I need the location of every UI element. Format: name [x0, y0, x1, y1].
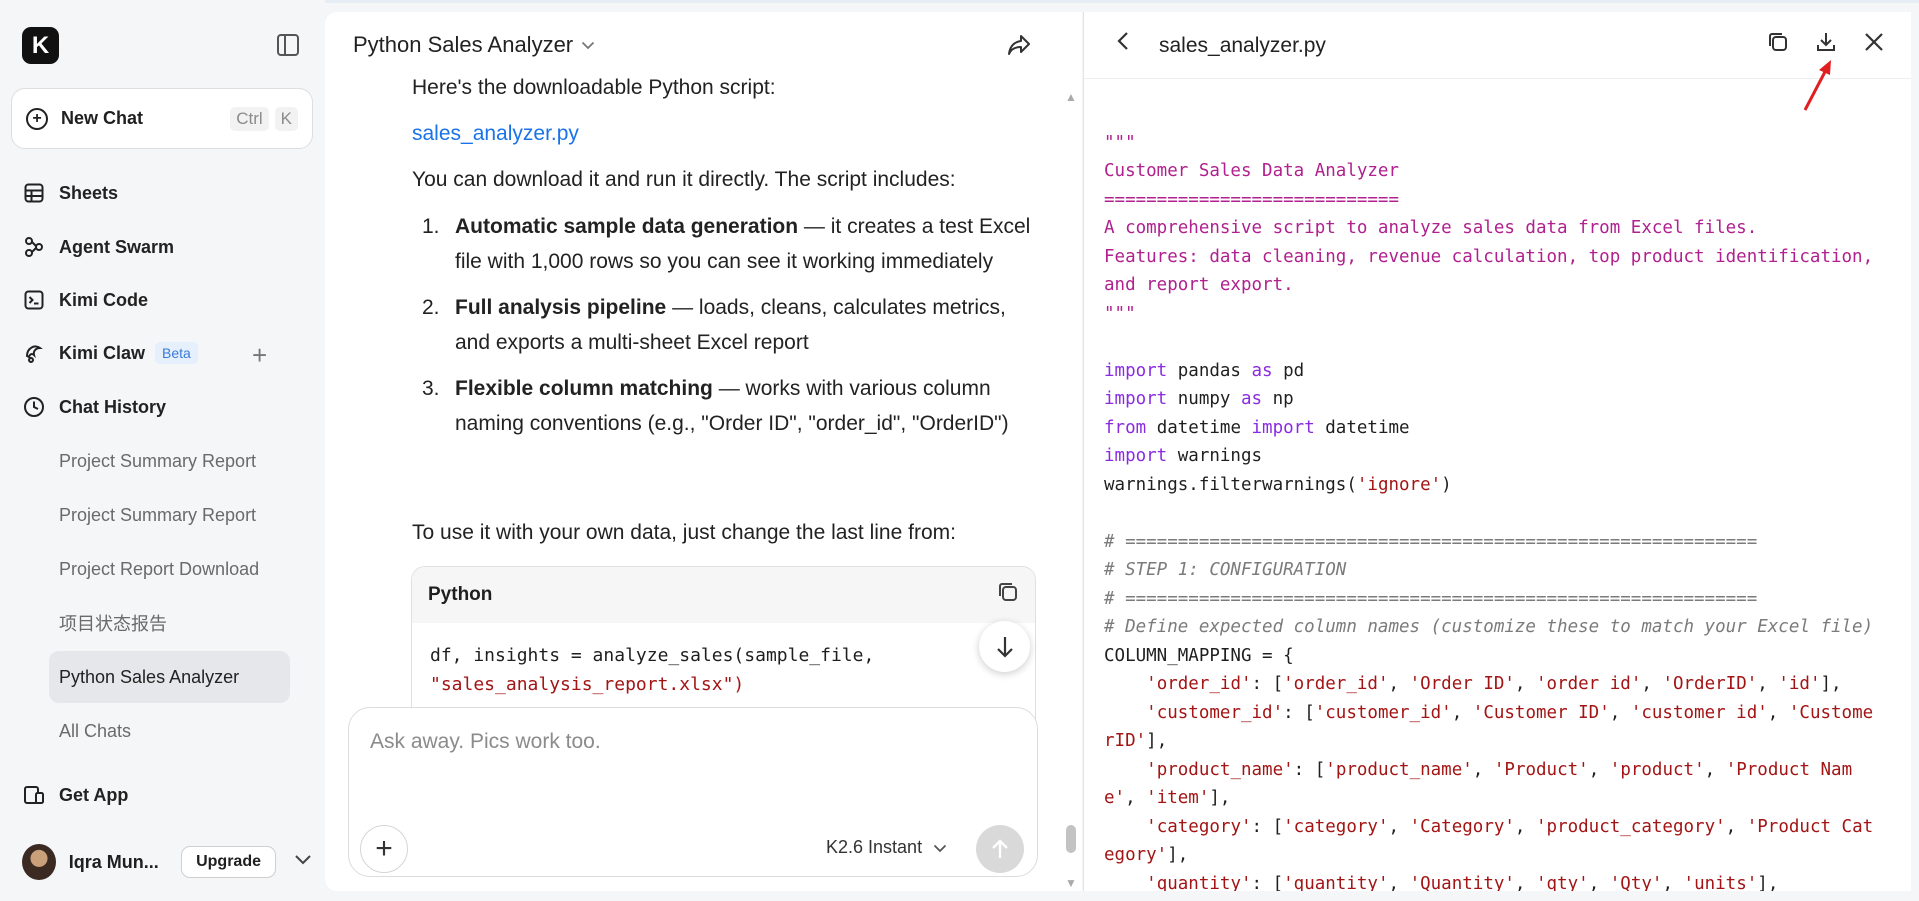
sidebar-item-get-app[interactable]: Get App	[22, 780, 128, 810]
sidebar-label-kimi-claw: Kimi Claw	[59, 342, 146, 363]
sidebar-label-get-app: Get App	[59, 784, 129, 805]
list-number: 1.	[422, 215, 440, 238]
scrollbar-thumb[interactable]	[1066, 825, 1076, 853]
new-chat-button[interactable]: + New Chat Ctrl K	[11, 88, 313, 149]
history-item-active[interactable]: Python Sales Analyzer	[49, 651, 290, 703]
sidebar-item-kimi-code[interactable]: Kimi Code	[22, 285, 148, 315]
add-claw-icon[interactable]: +	[252, 340, 267, 371]
shortcut-ctrl: Ctrl	[230, 106, 269, 131]
chat-pane: Python Sales Analyzer Here's the downloa…	[325, 12, 1082, 891]
user-name: Iqra Mun...	[68, 851, 159, 872]
code-block-header: Python	[412, 567, 1035, 623]
avatar[interactable]	[22, 844, 56, 880]
sidebar-toggle-icon[interactable]	[277, 34, 299, 56]
code-comment: # STEP 1: CONFIGURATION	[1104, 560, 1347, 580]
list-bold: Flexible column matching	[455, 377, 713, 400]
copy-icon[interactable]	[997, 581, 1019, 609]
list-bold: Full analysis pipeline	[455, 296, 667, 319]
code-line: """	[1104, 303, 1136, 324]
list-number: 3.	[422, 377, 440, 400]
sidebar-label-chat-history: Chat History	[59, 396, 167, 417]
sidebar-label-agent-swarm: Agent Swarm	[59, 236, 175, 257]
list-item: 1. Automatic sample data generation — it…	[412, 209, 1042, 279]
chat-title-text: Python Sales Analyzer	[353, 32, 574, 57]
terminal-icon	[22, 288, 46, 312]
code-line: """	[1104, 132, 1136, 153]
copy-icon[interactable]	[1767, 31, 1789, 59]
code-comment: # ======================================…	[1104, 588, 1758, 609]
list-text: Flexible column matching — works with va…	[455, 371, 1042, 441]
composer-input[interactable]: Ask away. Pics work too.	[370, 730, 601, 754]
history-item[interactable]: Project Summary Report	[49, 435, 290, 487]
back-arrow-icon[interactable]	[1116, 30, 1130, 59]
app-window: K + New Chat Ctrl K Sheets Agent Swarm K…	[0, 0, 1919, 901]
device-icon	[22, 783, 46, 807]
list-number: 2.	[422, 296, 440, 319]
sidebar-item-sheets[interactable]: Sheets	[22, 178, 118, 208]
code-filename: sales_analyzer.py	[1159, 34, 1326, 57]
scroll-down-icon[interactable]: ▼	[1065, 876, 1077, 890]
code-line: Features: data cleaning, revenue calcula…	[1104, 246, 1874, 267]
list-text: Full analysis pipeline — loads, cleans, …	[455, 290, 1042, 360]
code-comment: # ======================================…	[1104, 531, 1758, 552]
list-item: 2. Full analysis pipeline — loads, clean…	[412, 290, 1042, 360]
scroll-down-button[interactable]	[979, 621, 1030, 672]
chat-scrollbar[interactable]: ▲ ▼	[1063, 90, 1078, 890]
list-item: 3. Flexible column matching — works with…	[412, 371, 1042, 441]
code-line: and report export.	[1104, 275, 1294, 295]
history-item[interactable]: Project Summary Report	[49, 489, 290, 541]
history-item[interactable]: Project Report Download	[49, 543, 290, 595]
share-icon[interactable]	[1007, 34, 1031, 62]
kimi-logo[interactable]: K	[22, 27, 59, 64]
beta-badge: Beta	[155, 342, 198, 364]
send-button[interactable]	[976, 825, 1024, 873]
chevron-down-icon[interactable]	[294, 853, 312, 871]
download-icon[interactable]	[1815, 31, 1837, 59]
scroll-up-icon[interactable]: ▲	[1065, 90, 1077, 104]
sidebar-item-kimi-claw[interactable]: Kimi Claw Beta	[22, 338, 198, 368]
sidebar: K + New Chat Ctrl K Sheets Agent Swarm K…	[0, 0, 325, 901]
history-item[interactable]: 项目状态报告	[49, 597, 290, 649]
code-lang: Python	[428, 584, 493, 605]
sidebar-item-chat-history[interactable]: Chat History	[22, 392, 166, 422]
sidebar-item-agent-swarm[interactable]: Agent Swarm	[22, 232, 174, 262]
table-icon	[22, 181, 46, 205]
chevron-down-icon	[581, 37, 595, 53]
upgrade-button[interactable]: Upgrade	[181, 846, 276, 878]
code-panel: sales_analyzer.py """ Customer Sales Dat…	[1083, 12, 1911, 891]
code-line: A comprehensive script to analyze sales …	[1104, 218, 1758, 238]
swarm-icon	[22, 235, 46, 259]
message-text: To use it with your own data, just chang…	[412, 521, 956, 544]
all-chats-link[interactable]: All Chats	[49, 705, 290, 757]
source-code: """ Customer Sales Data Analyzer =======…	[1104, 132, 1874, 892]
message-text: You can download it and run it directly.…	[412, 168, 956, 191]
code-line: "sales_analysis_report.xlsx")	[430, 674, 745, 695]
message-composer[interactable]: Ask away. Pics work too. + K2.6 Instant	[348, 707, 1038, 877]
code-line: Customer Sales Data Analyzer	[1104, 161, 1400, 181]
model-name: K2.6 Instant	[826, 837, 923, 857]
list-text: Automatic sample data generation — it cr…	[455, 209, 1042, 279]
code-comment: # Define expected column names (customiz…	[1104, 617, 1874, 637]
attach-button[interactable]: +	[360, 825, 408, 873]
clock-icon	[22, 395, 46, 419]
feature-list: 1. Automatic sample data generation — it…	[412, 209, 1042, 452]
message-text: Here's the downloadable Python script:	[412, 76, 776, 99]
new-chat-label: New Chat	[61, 108, 144, 128]
claw-icon	[22, 341, 46, 365]
code-panel-header: sales_analyzer.py	[1084, 12, 1911, 79]
sidebar-label-kimi-code: Kimi Code	[59, 289, 149, 310]
model-selector[interactable]: K2.6 Instant	[826, 837, 947, 858]
file-link[interactable]: sales_analyzer.py	[412, 116, 1042, 151]
sidebar-label-sheets: Sheets	[59, 182, 119, 203]
close-icon[interactable]	[1863, 31, 1885, 59]
shortcut-k: K	[274, 106, 298, 131]
user-menu[interactable]: Iqra Mun... Upgrade	[22, 842, 312, 882]
code-line: ============================	[1104, 189, 1400, 210]
code-line: df, insights = analyze_sales(sample_file…	[430, 645, 875, 666]
list-bold: Automatic sample data generation	[455, 215, 799, 238]
code-block-body: df, insights = analyze_sales(sample_file…	[412, 623, 1035, 717]
plus-circle-icon: +	[26, 107, 48, 130]
chat-title[interactable]: Python Sales Analyzer	[353, 32, 595, 58]
